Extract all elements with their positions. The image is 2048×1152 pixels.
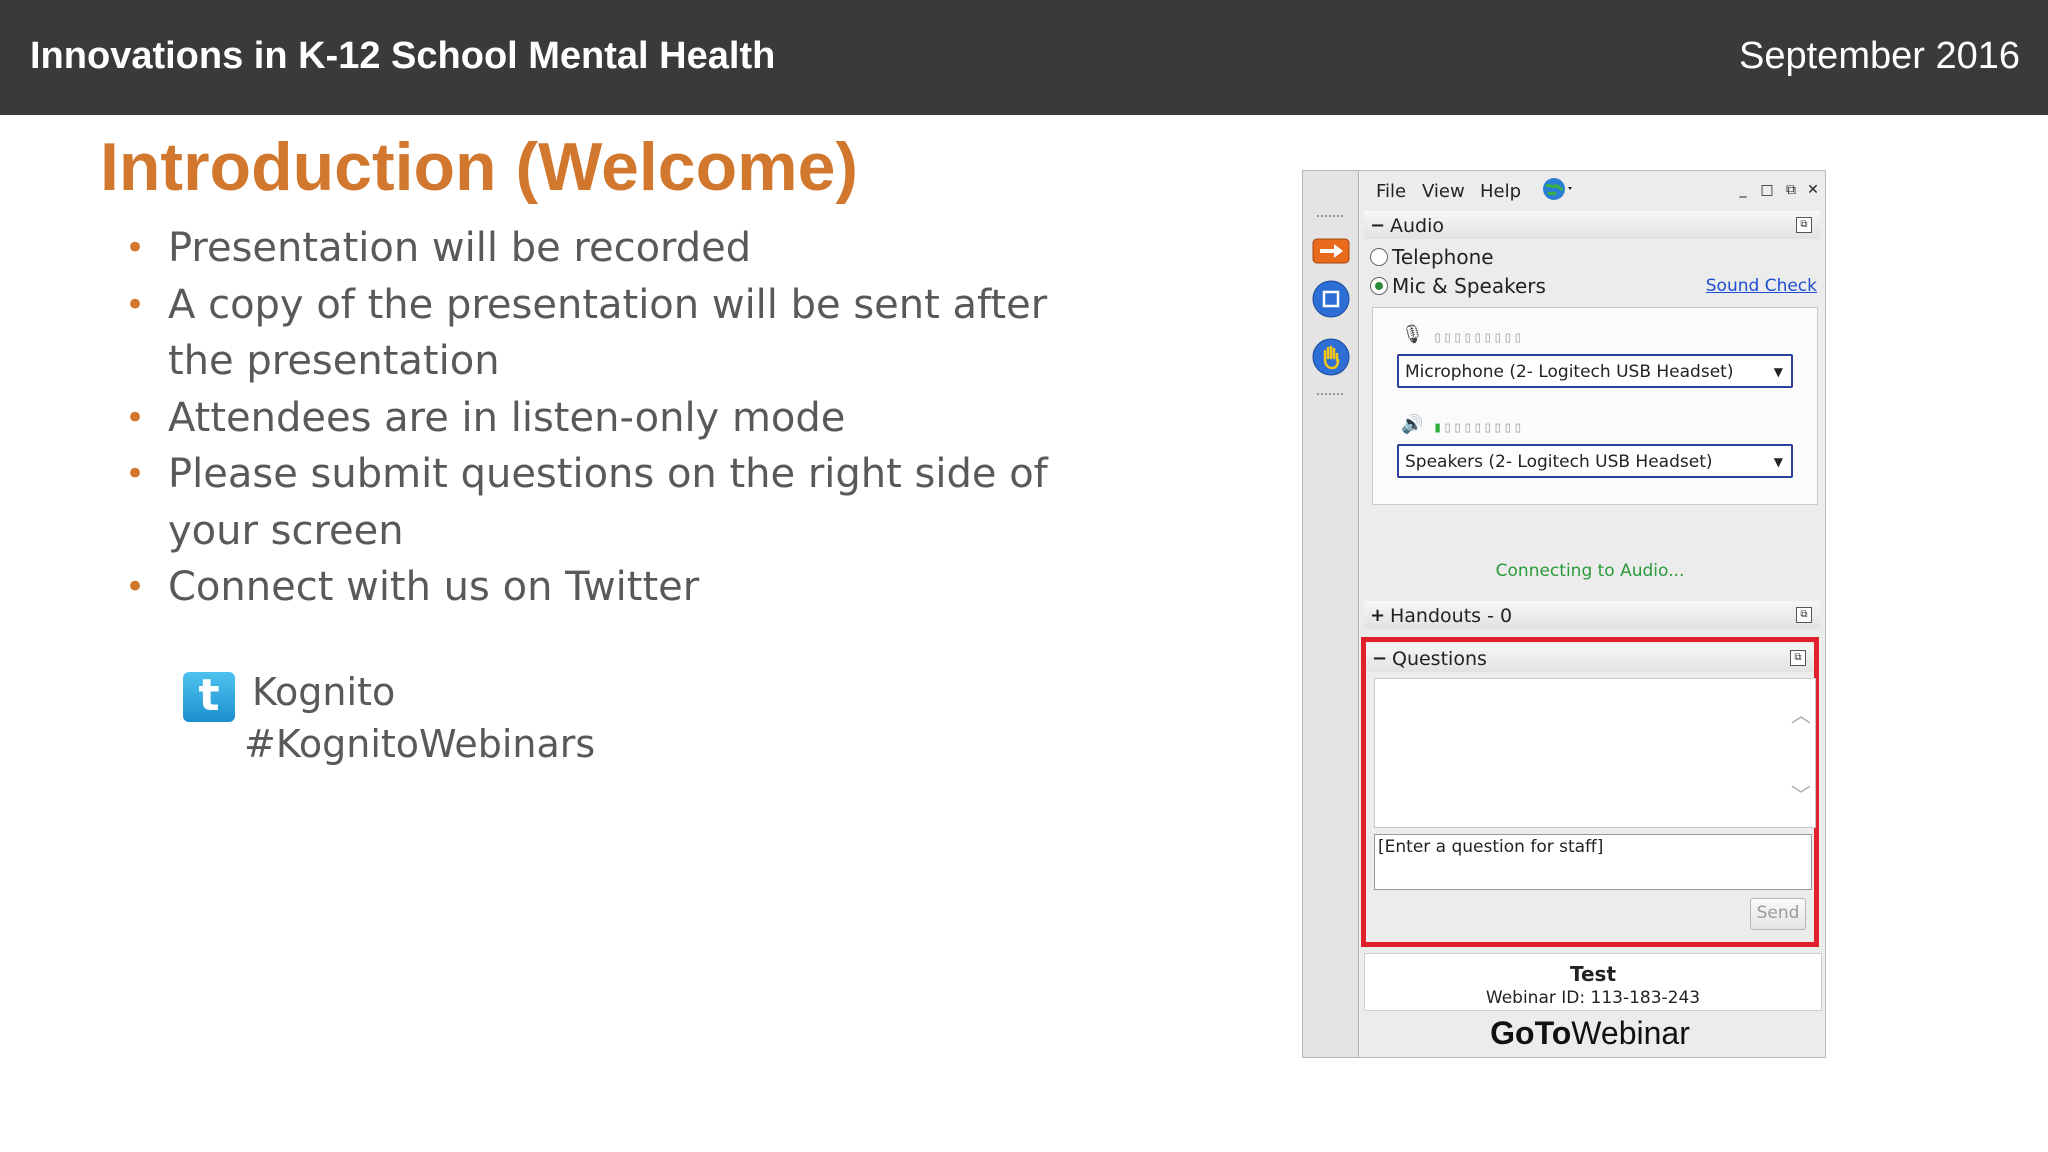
bullet-item: • Presentation will be recorded xyxy=(125,220,1055,277)
menu-help[interactable]: Help xyxy=(1480,181,1521,202)
bullet-text: Please submit questions on the right sid… xyxy=(168,451,1048,554)
dropdown-arrow-icon[interactable]: ▼ xyxy=(1774,446,1783,478)
menu-file[interactable]: File xyxy=(1376,181,1406,202)
collapse-icon[interactable]: − xyxy=(1370,215,1385,236)
audio-status: Connecting to Audio... xyxy=(1495,561,1685,581)
bullet-list: • Presentation will be recorded • A copy o… xyxy=(125,220,1055,616)
handouts-section-header[interactable]: + Handouts - 0 ⧉ xyxy=(1364,601,1820,629)
twitter-logo-icon: t xyxy=(183,672,235,722)
header-title: Innovations in K-12 School Mental Health xyxy=(30,35,776,77)
bullet-dot-icon: • xyxy=(125,284,146,325)
popout-icon[interactable]: ⧉ xyxy=(1782,181,1800,199)
telephone-label: Telephone xyxy=(1392,245,1494,269)
question-input[interactable]: [Enter a question for staff] xyxy=(1374,834,1812,890)
menu-bar: File View Help _ □ ⧉ ✕ xyxy=(1360,171,1825,207)
audio-devices-box: 🎙 ▯▯▯▯▯▯▯▯▯ Microphone (2- Logitech USB … xyxy=(1372,307,1818,505)
webinar-title: Test xyxy=(1569,962,1616,986)
scroll-down-icon[interactable]: ﹀ xyxy=(1791,779,1811,808)
control-sidebar xyxy=(1303,171,1359,1057)
grip-handle[interactable] xyxy=(1317,393,1343,401)
speaker-select[interactable]: Speakers (2- Logitech USB Headset) ▼ xyxy=(1397,444,1793,478)
webinar-info: Test Webinar ID: 113-183-243 xyxy=(1364,953,1822,1011)
slide-title: Introduction (Welcome) xyxy=(100,129,859,205)
collapse-icon[interactable]: − xyxy=(1372,648,1387,669)
questions-highlight-frame: − Questions ⧉ ︿ ﹀ [Enter a question for … xyxy=(1361,637,1819,947)
popout-icon[interactable]: ⧉ xyxy=(1796,607,1812,623)
close-icon[interactable]: ✕ xyxy=(1804,181,1822,199)
bullet-dot-icon: • xyxy=(125,567,146,607)
gotowebinar-panel: File View Help _ □ ⧉ ✕ − Audio ⧉ Telepho… xyxy=(1302,170,1826,1058)
bullet-text: A copy of the presentation will be sent … xyxy=(168,281,1048,385)
microphone-select[interactable]: Microphone (2- Logitech USB Headset) ▼ xyxy=(1397,354,1793,388)
globe-icon[interactable] xyxy=(1542,177,1576,206)
gotowebinar-logo: GoToWebinar xyxy=(1360,1015,1820,1052)
bullet-dot-icon: • xyxy=(125,454,146,494)
bullet-dot-icon: • xyxy=(125,397,146,438)
handouts-header-label: Handouts - 0 xyxy=(1390,605,1513,627)
bullet-text: Presentation will be recorded xyxy=(168,225,752,271)
raise-hand-button[interactable] xyxy=(1311,337,1351,377)
radio-button-selected[interactable] xyxy=(1370,277,1388,295)
webinar-id: Webinar ID: 113-183-243 xyxy=(1485,988,1701,1008)
header-date: September 2016 xyxy=(1739,35,2020,77)
mic-level-meter: ▯▯▯▯▯▯▯▯▯ xyxy=(1433,328,1524,346)
popout-icon[interactable]: ⧉ xyxy=(1796,217,1812,233)
bullet-text: Attendees are in listen-only mode xyxy=(168,394,846,441)
sound-check-link[interactable]: Sound Check xyxy=(1706,276,1817,296)
audio-section-header[interactable]: − Audio ⧉ xyxy=(1364,211,1820,239)
logo-light-text: Webinar xyxy=(1571,1015,1690,1051)
speaker-level-meter: ▮▯▯▯▯▯▯▯▯ xyxy=(1433,418,1524,436)
questions-section-header[interactable]: − Questions ⧉ xyxy=(1366,644,1814,672)
grip-handle[interactable] xyxy=(1317,215,1343,223)
maximize-icon[interactable]: □ xyxy=(1758,181,1776,199)
show-hide-arrow-button[interactable] xyxy=(1311,231,1351,271)
slide-header: Innovations in K-12 School Mental Health… xyxy=(0,0,2048,115)
send-button[interactable]: Send xyxy=(1750,898,1806,930)
radio-button[interactable] xyxy=(1370,248,1388,266)
questions-header-label: Questions xyxy=(1392,648,1487,670)
expand-icon[interactable]: + xyxy=(1370,605,1385,626)
telephone-option[interactable]: Telephone xyxy=(1370,245,1494,269)
speaker-icon: 🔊 xyxy=(1401,414,1424,435)
control-panel: File View Help _ □ ⧉ ✕ − Audio ⧉ Telepho… xyxy=(1360,171,1825,1057)
audio-header-label: Audio xyxy=(1390,215,1445,237)
twitter-hashtag: #KognitoWebinars xyxy=(244,722,596,766)
microphone-icon: 🎙 xyxy=(1401,324,1424,345)
questions-log[interactable]: ︿ ﹀ xyxy=(1374,678,1816,828)
bullet-dot-icon: • xyxy=(125,228,146,268)
bullet-item: • Please submit questions on the right si… xyxy=(125,446,1055,559)
microphone-select-value: Microphone (2- Logitech USB Headset) xyxy=(1405,362,1734,382)
scroll-up-icon[interactable]: ︿ xyxy=(1791,699,1811,728)
bullet-item: • A copy of the presentation will be sent… xyxy=(125,277,1055,390)
bullet-item: • Connect with us on Twitter xyxy=(125,559,1055,616)
minimize-icon[interactable]: _ xyxy=(1734,181,1752,199)
screen-view-button[interactable] xyxy=(1311,279,1351,319)
speaker-select-value: Speakers (2- Logitech USB Headset) xyxy=(1405,452,1713,472)
popout-icon[interactable]: ⧉ xyxy=(1790,650,1806,666)
mic-speakers-option[interactable]: Mic & Speakers xyxy=(1370,274,1546,298)
logo-bold-text: GoTo xyxy=(1490,1015,1572,1051)
twitter-handle: Kognito xyxy=(252,670,396,714)
dropdown-arrow-icon[interactable]: ▼ xyxy=(1774,356,1783,388)
menu-view[interactable]: View xyxy=(1422,181,1465,202)
bullet-item: • Attendees are in listen-only mode xyxy=(125,390,1055,447)
bullet-text: Connect with us on Twitter xyxy=(168,564,700,610)
mic-speakers-label: Mic & Speakers xyxy=(1392,274,1546,298)
